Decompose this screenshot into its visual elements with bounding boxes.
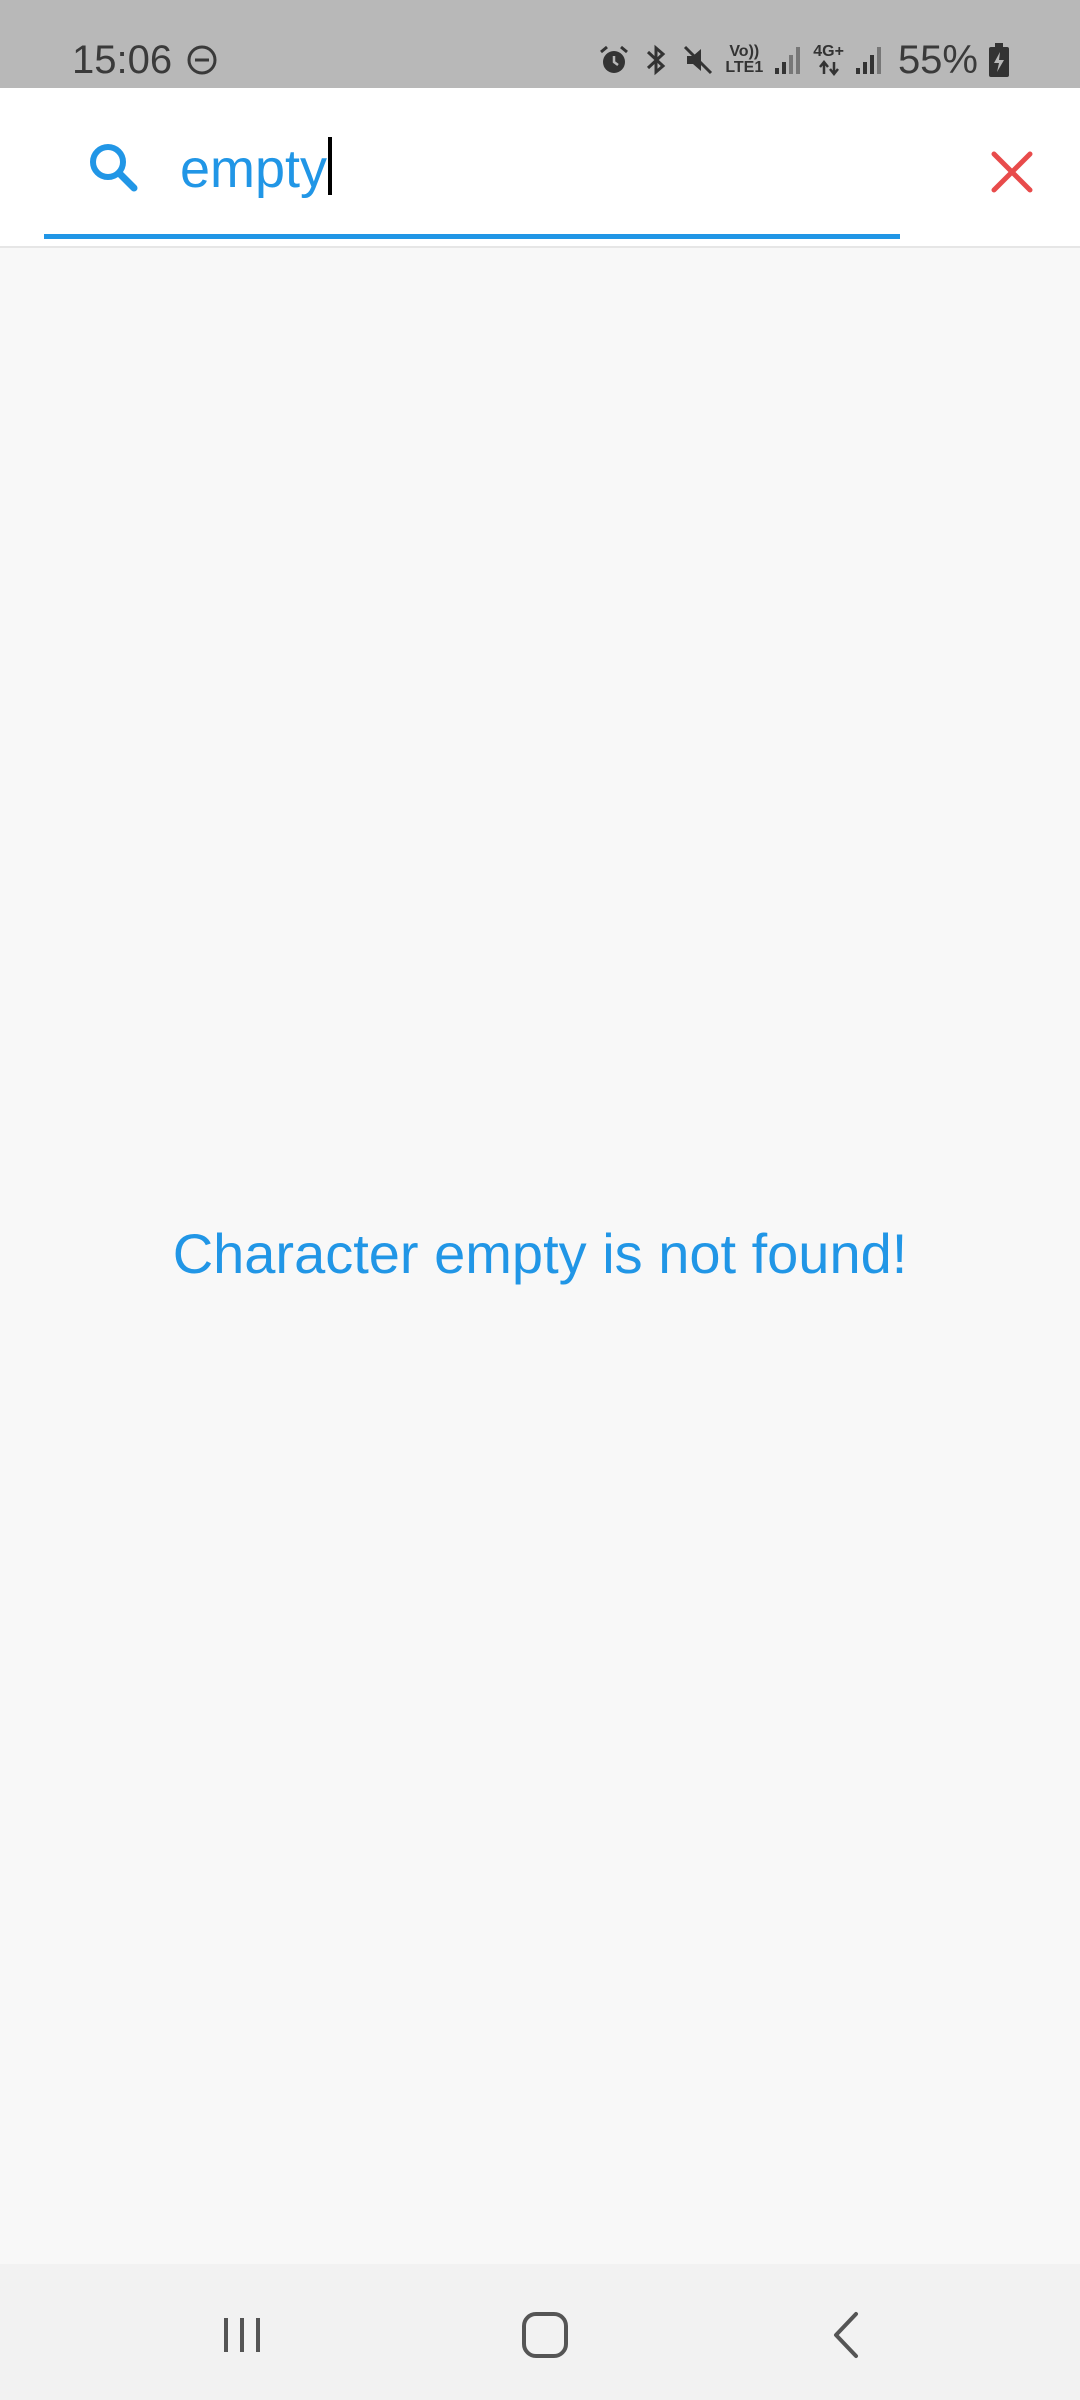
back-icon xyxy=(834,2312,858,2358)
signal-icon-1 xyxy=(775,47,801,74)
status-time: 15:06 xyxy=(72,38,173,82)
back-button[interactable] xyxy=(800,2290,890,2380)
alarm-icon xyxy=(600,45,629,73)
home-icon xyxy=(522,2312,568,2358)
status-icons: Vo)) LTE1 4G+ 55% xyxy=(597,36,1010,84)
data-arrows-icon xyxy=(818,60,839,76)
signal-icon-2 xyxy=(855,47,881,74)
navigation-bar xyxy=(0,2264,1080,2400)
volte-indicator: Vo)) LTE1 xyxy=(725,44,763,76)
text-cursor xyxy=(328,137,333,195)
recents-button[interactable] xyxy=(198,2290,288,2380)
volte-label: Vo)) xyxy=(729,43,760,60)
app-screen: 15:06 Vo)) LTE1 4G+ 55% empty Character … xyxy=(0,0,1080,2400)
not-found-message: Character empty is not found! xyxy=(172,1222,908,1285)
mute-icon xyxy=(684,45,713,75)
battery-charging-icon xyxy=(989,43,1009,77)
search-header: empty xyxy=(0,88,1080,248)
4g-indicator: 4G+ xyxy=(813,44,844,76)
search-input[interactable]: empty xyxy=(180,134,333,204)
search-icon xyxy=(90,144,138,192)
clear-search-button[interactable] xyxy=(980,140,1044,204)
do-not-disturb-icon xyxy=(187,45,217,75)
4g-label: 4G+ xyxy=(813,43,844,60)
bluetooth-icon xyxy=(647,44,666,76)
search-query: empty xyxy=(180,139,328,199)
recents-icon xyxy=(224,2318,260,2352)
lte-label: LTE1 xyxy=(725,59,764,76)
status-bar: 15:06 Vo)) LTE1 4G+ 55% xyxy=(0,0,1080,88)
home-button[interactable] xyxy=(500,2290,590,2380)
battery-percent: 55% xyxy=(897,38,978,82)
search-field[interactable]: empty xyxy=(44,88,900,239)
